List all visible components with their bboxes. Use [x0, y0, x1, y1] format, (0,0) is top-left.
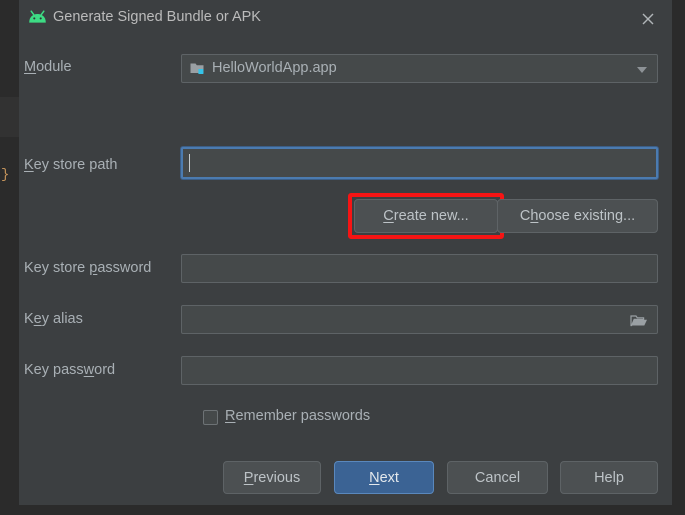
key-store-path-label: Key store path: [24, 157, 118, 173]
key-alias-label-rest: y alias: [41, 311, 83, 327]
text-caret: [189, 154, 190, 172]
next-label-rest: ext: [379, 469, 399, 486]
key-password-label-rest: ord: [94, 362, 116, 378]
next-button[interactable]: Next: [334, 461, 434, 494]
key-store-path-label-rest: ey store path: [33, 157, 118, 173]
key-alias-label: Key alias: [24, 311, 83, 327]
dialog-title: Generate Signed Bundle or APK: [53, 9, 261, 25]
key-store-password-input[interactable]: [181, 254, 658, 283]
create-new-label-rest: reate new...: [393, 208, 469, 224]
generate-signed-bundle-dialog: Generate Signed Bundle or APK Module Hel…: [19, 0, 672, 505]
module-selected-value: HelloWorldApp.app: [212, 60, 337, 76]
module-label-rest: odule: [36, 59, 72, 75]
remember-passwords-mnemonic: R: [225, 408, 236, 424]
key-password-label: Key password: [24, 362, 115, 378]
editor-highlight-band: [0, 97, 19, 137]
android-robot-icon: [28, 10, 47, 27]
module-folder-icon: [190, 61, 206, 76]
module-combobox[interactable]: HelloWorldApp.app: [181, 54, 658, 83]
key-store-password-label: Key store password: [24, 260, 151, 276]
previous-button[interactable]: Previous: [223, 461, 321, 494]
cancel-button[interactable]: Cancel: [447, 461, 548, 494]
help-button[interactable]: Help: [560, 461, 658, 494]
choose-existing-button[interactable]: Ch oose existing...: [497, 199, 658, 233]
choose-existing-mnemonic: h: [530, 208, 539, 224]
key-alias-input[interactable]: [181, 305, 658, 334]
ide-bottom-edge: [0, 505, 685, 515]
key-store-path-input[interactable]: [181, 147, 658, 179]
key-alias-label-head: K: [24, 311, 34, 327]
module-label-mnemonic: M: [24, 59, 37, 75]
choose-existing-label-rest: oose existing...: [538, 208, 636, 224]
ide-right-edge: [672, 0, 685, 515]
module-label: Module: [24, 59, 72, 75]
remember-passwords-label[interactable]: Remember passwords: [225, 408, 370, 424]
dialog-titlebar: Generate Signed Bundle or APK: [19, 0, 672, 38]
key-store-password-label-head: Key store: [24, 260, 90, 276]
remember-passwords-checkbox[interactable]: [203, 410, 218, 425]
key-password-label-head: Key pass: [24, 362, 84, 378]
previous-label-rest: revious: [253, 469, 301, 486]
editor-background-strip: [0, 0, 19, 515]
previous-mnemonic: P: [243, 469, 254, 486]
close-icon[interactable]: [637, 8, 659, 30]
editor-code-fragment: }: [1, 167, 10, 183]
key-password-mnemonic: w: [83, 362, 95, 378]
folder-open-icon[interactable]: [630, 313, 648, 328]
create-new-mnemonic: C: [383, 208, 394, 224]
choose-existing-label-head: C: [519, 208, 531, 224]
key-store-password-label-rest: assword: [97, 260, 152, 276]
next-mnemonic: N: [369, 469, 380, 486]
chevron-down-icon[interactable]: [637, 67, 647, 73]
remember-passwords-label-rest: emember passwords: [235, 408, 371, 424]
create-new-button[interactable]: Create new...: [354, 199, 498, 233]
key-alias-mnemonic: e: [33, 311, 42, 327]
key-store-path-mnemonic: K: [24, 157, 34, 173]
key-password-input[interactable]: [181, 356, 658, 385]
